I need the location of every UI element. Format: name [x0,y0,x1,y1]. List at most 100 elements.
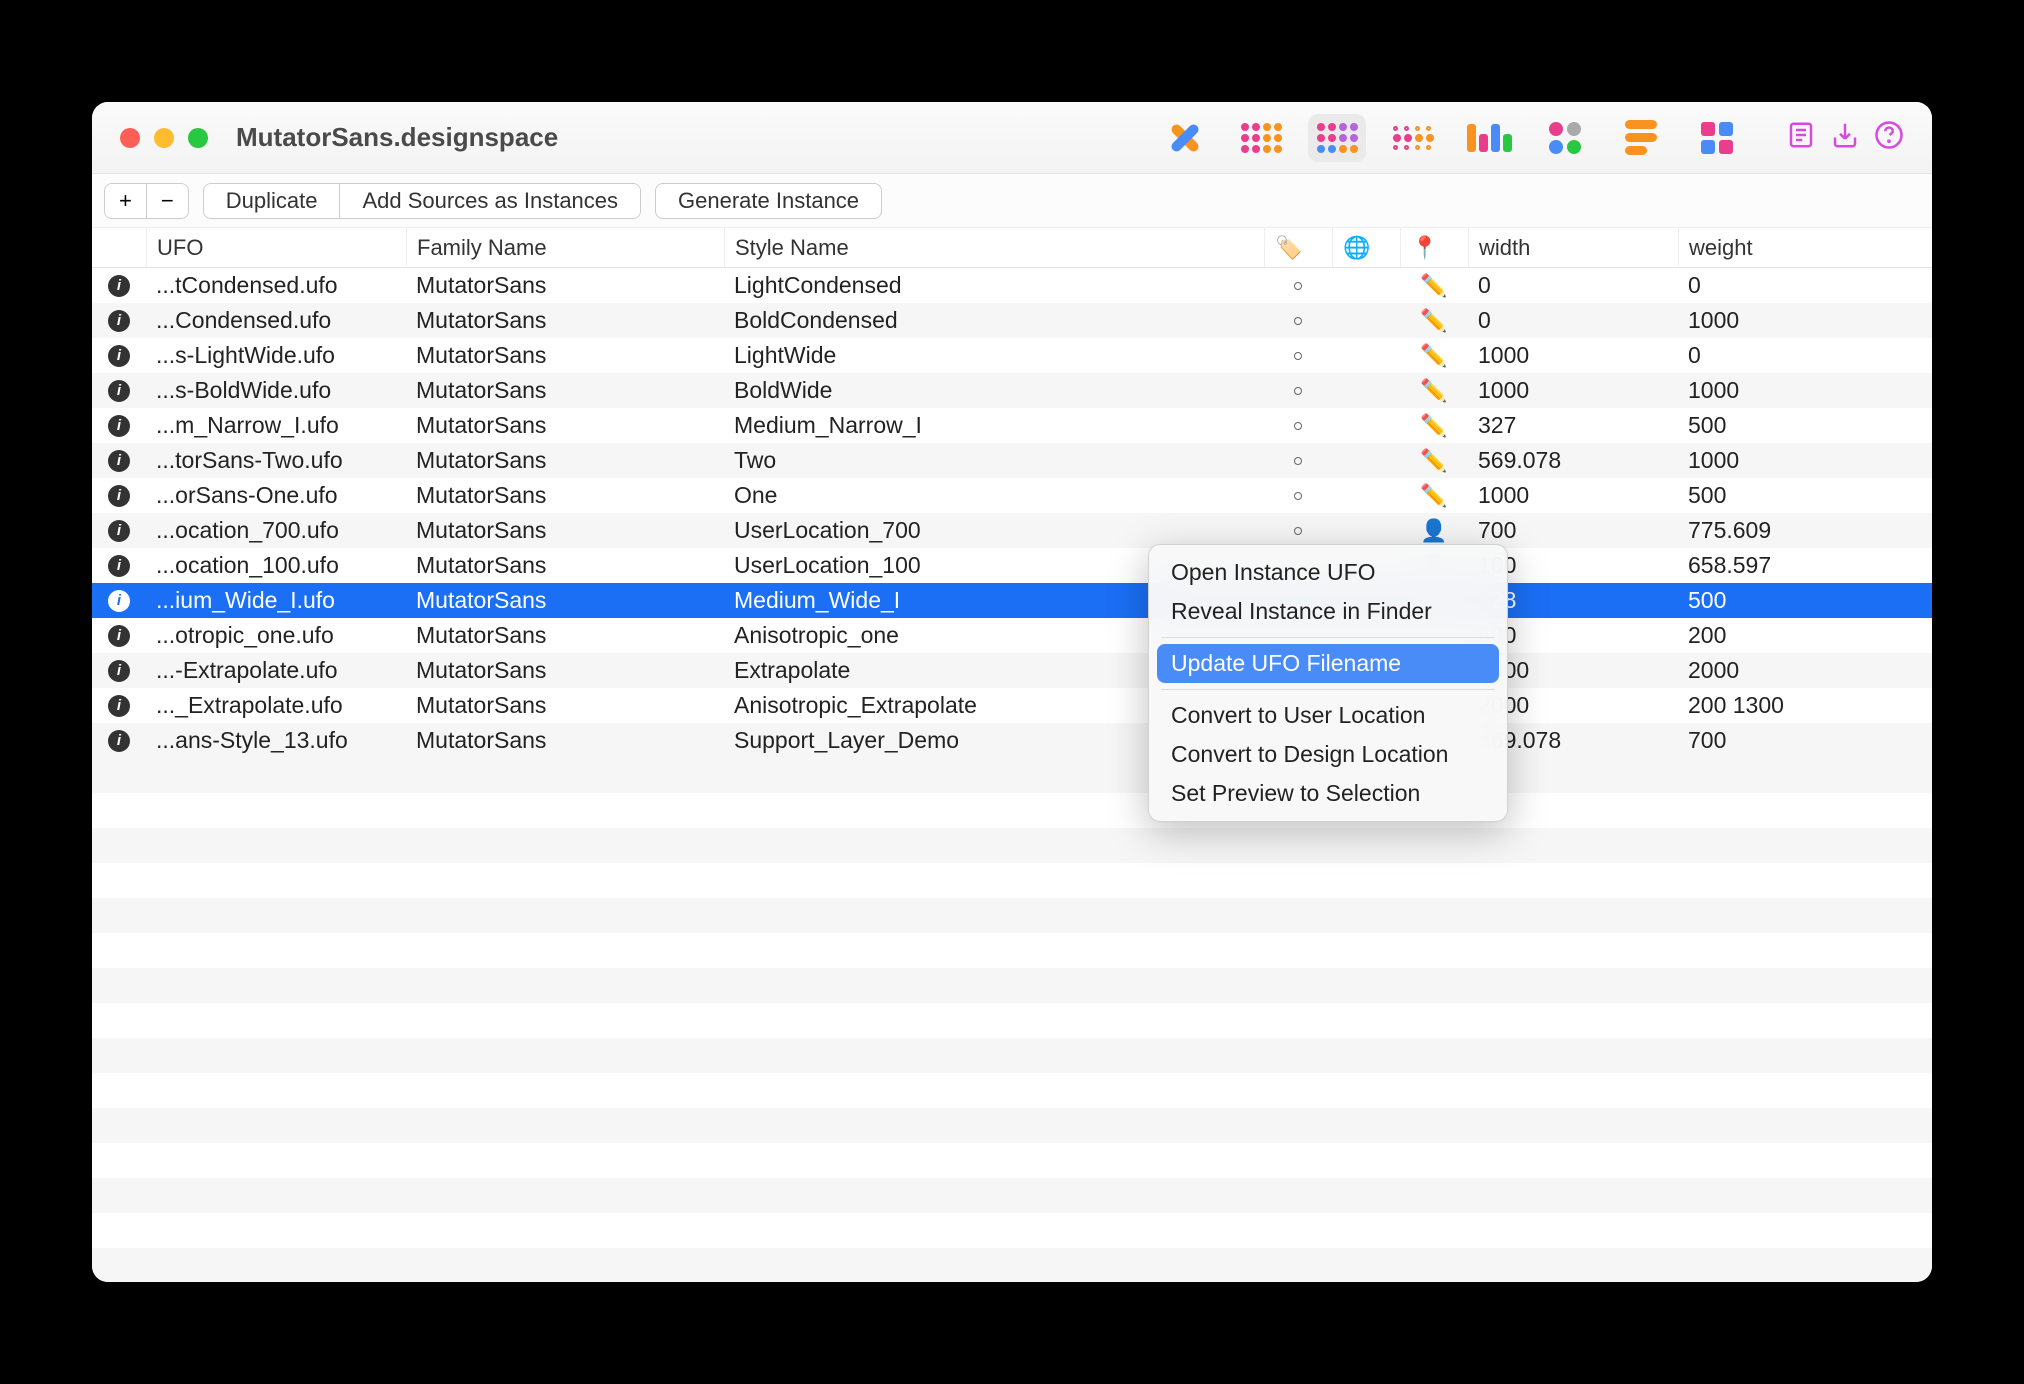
info-icon[interactable]: i [108,485,130,507]
cell-ufo: ...ocation_100.ufo [146,552,406,579]
info-icon[interactable]: i [108,415,130,437]
table-row[interactable]: i ...m_Narrow_I.ufo MutatorSans Medium_N… [92,408,1932,443]
table-row[interactable]: i ...ocation_700.ufo MutatorSans UserLoc… [92,513,1932,548]
cell-location-icon: ✏️ [1400,483,1468,509]
cell-weight: 658.597 [1678,552,1878,579]
save-icon[interactable] [1830,120,1860,155]
cell-marker [1264,352,1332,360]
remove-button[interactable]: − [147,184,188,218]
zoom-window-button[interactable] [188,128,208,148]
info-icon[interactable]: i [108,520,130,542]
toolbar-report-icon[interactable] [1612,114,1670,162]
help-icon[interactable] [1874,120,1904,155]
cell-family: MutatorSans [406,342,724,369]
info-icon[interactable]: i [108,310,130,332]
cell-family: MutatorSans [406,307,724,334]
col-globe-icon[interactable]: 🌐 [1332,228,1400,267]
info-icon[interactable]: i [108,345,130,367]
cell-weight: 0 [1678,342,1878,369]
cell-weight: 500 [1678,482,1878,509]
window-title: MutatorSans.designspace [236,122,558,153]
table-row[interactable]: i ...tCondensed.ufo MutatorSans LightCon… [92,268,1932,303]
menu-update-filename[interactable]: Update UFO Filename [1157,644,1499,683]
toolbar-problems-icon[interactable] [1536,114,1594,162]
table-row[interactable]: i ..._Extrapolate.ufo MutatorSans Anisot… [92,688,1932,723]
info-icon[interactable]: i [108,590,130,612]
toolbar-preview-icon[interactable] [1688,114,1746,162]
cell-style: BoldCondensed [724,307,1264,334]
duplicate-button[interactable]: Duplicate [204,184,341,218]
table-row[interactable]: i ...Condensed.ufo MutatorSans BoldConde… [92,303,1932,338]
cell-family: MutatorSans [406,412,724,439]
add-sources-button[interactable]: Add Sources as Instances [340,184,640,218]
cell-location-icon: ✏️ [1400,413,1468,439]
menu-reveal-finder[interactable]: Reveal Instance in Finder [1149,592,1507,631]
info-icon[interactable]: i [108,695,130,717]
cell-marker [1264,317,1332,325]
cell-width: 0 [1468,272,1678,299]
cell-weight: 1000 [1678,447,1878,474]
cell-width: 569.078 [1468,447,1678,474]
generate-instance-button[interactable]: Generate Instance [655,183,882,219]
toolbar-instances-icon[interactable] [1308,114,1366,162]
col-ufo[interactable]: UFO [146,228,406,267]
toolbar-rules-icon[interactable] [1384,114,1442,162]
info-icon[interactable]: i [108,660,130,682]
cell-family: MutatorSans [406,587,724,614]
cell-weight: 1000 [1678,377,1878,404]
info-icon[interactable]: i [108,380,130,402]
cell-marker [1264,387,1332,395]
col-weight[interactable]: weight [1678,228,1878,267]
empty-rows [92,758,1932,1282]
notes-icon[interactable] [1786,120,1816,155]
info-icon[interactable]: i [108,450,130,472]
toolbar-sources-icon[interactable] [1232,114,1290,162]
menu-convert-design[interactable]: Convert to Design Location [1149,735,1507,774]
minimize-window-button[interactable] [154,128,174,148]
cell-weight: 700 [1678,727,1878,754]
cell-style: LightCondensed [724,272,1264,299]
info-icon[interactable]: i [108,275,130,297]
info-icon[interactable]: i [108,625,130,647]
table-row[interactable]: i ...ans-Style_13.ufo MutatorSans Suppor… [92,723,1932,758]
menu-set-preview[interactable]: Set Preview to Selection [1149,774,1507,813]
cell-ufo: ...ium_Wide_I.ufo [146,587,406,614]
menu-open-instance[interactable]: Open Instance UFO [1149,553,1507,592]
col-width[interactable]: width [1468,228,1678,267]
menu-convert-user[interactable]: Convert to User Location [1149,696,1507,735]
info-icon[interactable]: i [108,730,130,752]
cell-ufo: ...s-BoldWide.ufo [146,377,406,404]
toolbar-labels-icon[interactable] [1460,114,1518,162]
table-body: i ...tCondensed.ufo MutatorSans LightCon… [92,268,1932,758]
cell-ufo: ...Condensed.ufo [146,307,406,334]
col-pin-icon[interactable]: 📍 [1400,228,1468,267]
close-window-button[interactable] [120,128,140,148]
table-row[interactable]: i ...-Extrapolate.ufo MutatorSans Extrap… [92,653,1932,688]
toolbar-axes-icon[interactable] [1156,114,1214,162]
table-row[interactable]: i ...ium_Wide_I.ufo MutatorSans Medium_W… [92,583,1932,618]
table-row[interactable]: i ...ocation_100.ufo MutatorSans UserLoc… [92,548,1932,583]
cell-family: MutatorSans [406,657,724,684]
cell-location-icon: ✏️ [1400,308,1468,334]
menu-separator [1161,689,1495,690]
col-tag-icon[interactable]: 🏷️ [1264,228,1332,267]
cell-ufo: ...s-LightWide.ufo [146,342,406,369]
table-row[interactable]: i ...otropic_one.ufo MutatorSans Anisotr… [92,618,1932,653]
table-row[interactable]: i ...s-BoldWide.ufo MutatorSans BoldWide… [92,373,1932,408]
cell-ufo: ...ocation_700.ufo [146,517,406,544]
cell-location-icon: ✏️ [1400,273,1468,299]
cell-marker [1264,527,1332,535]
cell-width: 1000 [1468,342,1678,369]
cell-family: MutatorSans [406,727,724,754]
table-row[interactable]: i ...torSans-Two.ufo MutatorSans Two ✏️ … [92,443,1932,478]
add-button[interactable]: + [105,184,147,218]
col-family[interactable]: Family Name [406,228,724,267]
info-icon[interactable]: i [108,555,130,577]
cell-location-icon: 👤 [1400,518,1468,544]
cell-weight: 0 [1678,272,1878,299]
cell-family: MutatorSans [406,517,724,544]
table-row[interactable]: i ...s-LightWide.ufo MutatorSans LightWi… [92,338,1932,373]
table-row[interactable]: i ...orSans-One.ufo MutatorSans One ✏️ 1… [92,478,1932,513]
col-style[interactable]: Style Name [724,228,1264,267]
cell-ufo: ...otropic_one.ufo [146,622,406,649]
